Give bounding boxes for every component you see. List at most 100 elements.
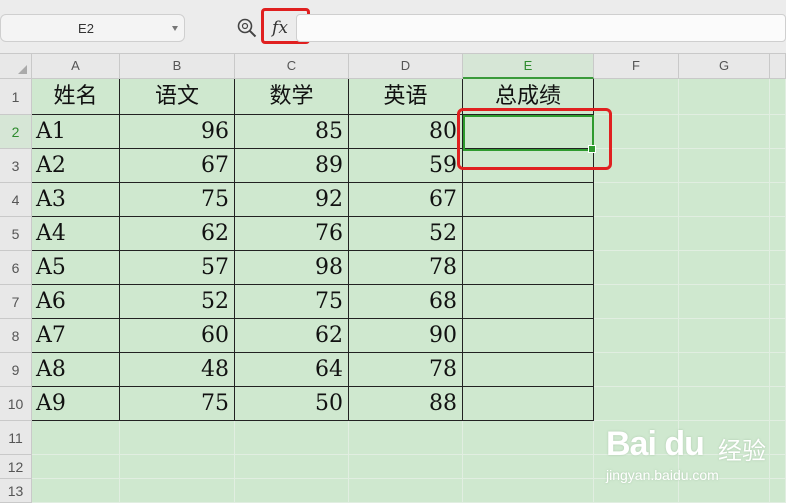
cell-overflow[interactable]	[770, 79, 786, 115]
name-box[interactable]: E2	[0, 14, 185, 42]
cell[interactable]	[120, 455, 235, 479]
cell-overflow[interactable]	[770, 387, 786, 421]
score-cell[interactable]: 67	[120, 149, 235, 183]
score-cell[interactable]: 80	[349, 115, 463, 149]
score-cell[interactable]: 85	[235, 115, 349, 149]
row-header-1[interactable]: 1	[0, 79, 32, 115]
cell[interactable]	[594, 319, 679, 353]
score-cell[interactable]: 67	[349, 183, 463, 217]
name-cell[interactable]: A9	[32, 387, 120, 421]
score-cell[interactable]: 60	[120, 319, 235, 353]
row-header-7[interactable]: 7	[0, 285, 32, 319]
name-cell[interactable]: A5	[32, 251, 120, 285]
cell[interactable]	[235, 479, 349, 503]
score-cell[interactable]: 52	[349, 217, 463, 251]
cell[interactable]	[120, 479, 235, 503]
header-cell[interactable]: 英语	[349, 79, 463, 115]
cell[interactable]	[594, 217, 679, 251]
cell[interactable]	[235, 455, 349, 479]
name-cell[interactable]: A6	[32, 285, 120, 319]
row-header-13[interactable]: 13	[0, 479, 32, 503]
score-cell[interactable]: 62	[235, 319, 349, 353]
name-cell[interactable]: A2	[32, 149, 120, 183]
score-cell[interactable]: 57	[120, 251, 235, 285]
score-cell[interactable]: 75	[235, 285, 349, 319]
column-header-g[interactable]: G	[679, 54, 770, 79]
cell[interactable]	[32, 455, 120, 479]
name-cell[interactable]: A1	[32, 115, 120, 149]
cell[interactable]	[594, 183, 679, 217]
row-header-12[interactable]: 12	[0, 455, 32, 479]
cell-overflow[interactable]	[770, 319, 786, 353]
cell-overflow[interactable]	[770, 149, 786, 183]
score-cell[interactable]: 48	[120, 353, 235, 387]
dropdown-caret-icon[interactable]	[172, 26, 178, 31]
score-cell[interactable]: 78	[349, 353, 463, 387]
score-cell[interactable]	[463, 353, 594, 387]
score-cell[interactable]: 50	[235, 387, 349, 421]
cell[interactable]	[679, 319, 770, 353]
cell[interactable]	[679, 183, 770, 217]
cell[interactable]	[349, 421, 463, 455]
score-cell[interactable]: 64	[235, 353, 349, 387]
cell[interactable]	[463, 479, 594, 503]
row-header-3[interactable]: 3	[0, 149, 32, 183]
row-header-6[interactable]: 6	[0, 251, 32, 285]
row-header-2[interactable]: 2	[0, 115, 32, 149]
row-header-11[interactable]: 11	[0, 421, 32, 455]
column-header-a[interactable]: A	[32, 54, 120, 79]
cell[interactable]	[32, 479, 120, 503]
cell[interactable]	[679, 387, 770, 421]
score-cell[interactable]	[463, 183, 594, 217]
score-cell[interactable]: 62	[120, 217, 235, 251]
column-header-d[interactable]: D	[349, 54, 463, 79]
zoom-formula-icon[interactable]	[236, 17, 258, 39]
cell[interactable]	[120, 421, 235, 455]
cell[interactable]	[679, 79, 770, 115]
cell[interactable]	[235, 421, 349, 455]
row-header-5[interactable]: 5	[0, 217, 32, 251]
cell[interactable]	[679, 149, 770, 183]
row-header-9[interactable]: 9	[0, 353, 32, 387]
score-cell[interactable]: 78	[349, 251, 463, 285]
score-cell[interactable]	[463, 251, 594, 285]
column-header-c[interactable]: C	[235, 54, 349, 79]
cell[interactable]	[349, 479, 463, 503]
header-cell[interactable]: 姓名	[32, 79, 120, 115]
name-cell[interactable]: A7	[32, 319, 120, 353]
score-cell[interactable]: 96	[120, 115, 235, 149]
cell[interactable]	[594, 251, 679, 285]
score-cell[interactable]: 59	[349, 149, 463, 183]
cell-overflow[interactable]	[770, 285, 786, 319]
cell[interactable]	[32, 421, 120, 455]
cell-overflow[interactable]	[770, 183, 786, 217]
column-header-f[interactable]: F	[594, 54, 679, 79]
score-cell[interactable]: 90	[349, 319, 463, 353]
score-cell[interactable]: 98	[235, 251, 349, 285]
cell[interactable]	[679, 285, 770, 319]
score-cell[interactable]: 52	[120, 285, 235, 319]
row-header-10[interactable]: 10	[0, 387, 32, 421]
cell[interactable]	[679, 251, 770, 285]
score-cell[interactable]: 89	[235, 149, 349, 183]
score-cell[interactable]	[463, 387, 594, 421]
score-cell[interactable]: 88	[349, 387, 463, 421]
row-header-4[interactable]: 4	[0, 183, 32, 217]
name-cell[interactable]: A8	[32, 353, 120, 387]
header-cell[interactable]: 语文	[120, 79, 235, 115]
cell[interactable]	[594, 285, 679, 319]
score-cell[interactable]: 76	[235, 217, 349, 251]
score-cell[interactable]	[463, 285, 594, 319]
header-cell[interactable]: 数学	[235, 79, 349, 115]
cell[interactable]	[679, 217, 770, 251]
cell[interactable]	[463, 421, 594, 455]
cell-overflow[interactable]	[770, 115, 786, 149]
name-cell[interactable]: A4	[32, 217, 120, 251]
score-cell[interactable]	[463, 319, 594, 353]
score-cell[interactable]: 75	[120, 183, 235, 217]
score-cell[interactable]: 68	[349, 285, 463, 319]
column-header-b[interactable]: B	[120, 54, 235, 79]
column-header-e[interactable]: E	[463, 54, 594, 79]
score-cell[interactable]: 75	[120, 387, 235, 421]
cell[interactable]	[463, 455, 594, 479]
